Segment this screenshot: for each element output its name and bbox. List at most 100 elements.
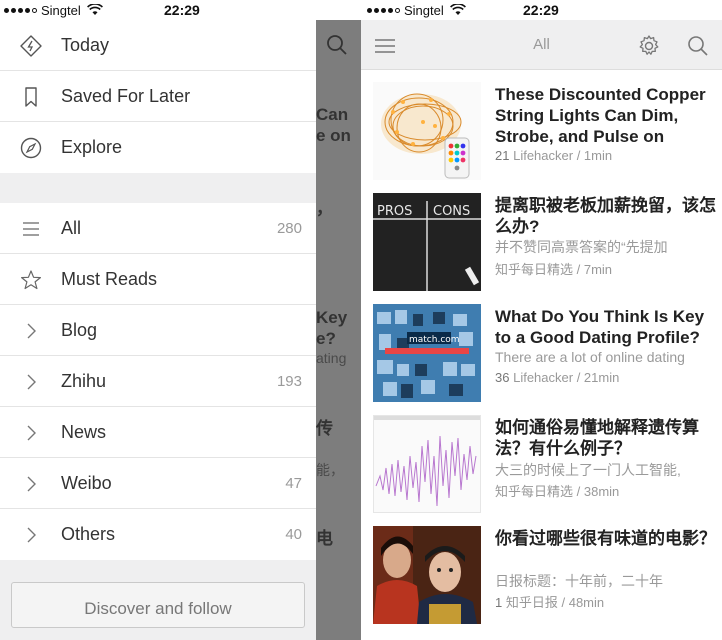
source-name: 知乎日报 (505, 595, 558, 610)
article-item[interactable]: These Discounted Copper String Lights Ca… (361, 70, 722, 181)
drawer-item-label: Blog (61, 319, 98, 340)
drawer-item-label: Today (61, 34, 110, 55)
pros-cons-chalkboard-thumbnail: PROS CONS (373, 193, 481, 291)
article-meta: 知乎每日精选 / 38min (495, 484, 620, 499)
source-name: Lifehacker (513, 370, 574, 385)
article-title: 如何通俗易懂地解释遗传算法？有什么例子？ (495, 418, 699, 458)
behind-text: Can (316, 105, 349, 124)
read-count: 21 (495, 148, 510, 163)
gear-icon[interactable] (637, 34, 661, 58)
star-icon (21, 270, 41, 290)
read-count: 36 (495, 370, 510, 385)
right-screen: Singtel 22:29 All These Discounted Coppe… (361, 0, 722, 640)
drawer-item-must-reads[interactable]: Must Reads (0, 254, 316, 305)
drawer-item-zhihu[interactable]: Zhihu 193 (0, 356, 316, 407)
article-meta: 21 Lifehacker / 1min (495, 148, 613, 163)
unread-count: 193 (276, 372, 302, 390)
dating-site-wall-thumbnail: match.com (373, 304, 481, 402)
feed-title: All (533, 36, 550, 53)
source-name: Lifehacker (513, 148, 574, 163)
article-item[interactable]: 如何通俗易懂地解释遗传算法？有什么例子？ 大三的时候上了一门人工智能, 知乎每日… (361, 403, 722, 514)
article-age: 7min (583, 262, 613, 277)
article-item[interactable]: PROS CONS 提离职被老板加薪挽留，该怎么办? 并不赞同高票答案的“先提加… (361, 181, 722, 292)
article-item[interactable]: 你看过哪些很有味道的电影？ 日报标题：十年前，二十年 1 知乎日报 / 48mi… (361, 514, 722, 625)
drawer-item-weibo[interactable]: Weibo 47 (0, 458, 316, 509)
status-bar: Singtel 22:29 (361, 0, 722, 20)
carrier-name: Singtel (404, 2, 444, 18)
behind-text: e? (316, 329, 336, 348)
svg-text:match.com: match.com (409, 335, 460, 345)
drawer-item-today[interactable]: Today (0, 20, 316, 71)
carrier-name: Singtel (41, 2, 81, 18)
drawer-item-label: Weibo (61, 472, 112, 493)
drawer-item-others[interactable]: Others 40 (0, 509, 316, 560)
drawer-top-section: Today Saved For Later Explore (0, 20, 316, 173)
chevron-right-icon[interactable] (20, 473, 42, 495)
chevron-right-icon[interactable] (20, 422, 42, 444)
chevron-right-icon[interactable] (20, 371, 42, 393)
article-list: These Discounted Copper String Lights Ca… (361, 70, 722, 625)
status-bar: Singtel 22:29 (0, 0, 361, 20)
article-age: 48min (568, 595, 605, 610)
list-icon (23, 222, 39, 236)
unread-count: 47 (285, 474, 302, 492)
behind-text: 电 (316, 529, 333, 548)
article-summary: 大三的时候上了一门人工智能, (495, 462, 681, 478)
chevron-right-icon[interactable] (20, 320, 42, 342)
discover-and-follow-button[interactable]: Discover and follow (11, 582, 305, 628)
section-divider (0, 173, 316, 203)
signal-strength-icon (367, 7, 400, 13)
clock: 22:29 (164, 2, 200, 18)
article-title: What Do You Think Is Key to a Good Datin… (495, 307, 705, 347)
bookmark-icon (25, 87, 37, 107)
unread-count: 40 (285, 526, 302, 543)
drawer-item-label: Must Reads (61, 268, 158, 289)
behind-text: e on (316, 126, 351, 145)
article-summary: There are a lot of online dating (495, 349, 685, 365)
behind-text: ating (316, 350, 347, 366)
drawer-item-saved-for-later[interactable]: Saved For Later (0, 71, 316, 122)
article-meta: 知乎每日精选 / 7min (495, 262, 613, 277)
article-meta: 36 Lifehacker / 21min (495, 370, 620, 385)
drawer-item-label: Zhihu (61, 370, 107, 391)
svg-text:PROS: PROS (377, 204, 412, 219)
article-meta: 1 知乎日报 / 48min (495, 595, 605, 610)
wifi-icon (449, 4, 466, 15)
article-item[interactable]: match.com What Do You Think Is Key to a … (361, 292, 722, 403)
waveform-plot-thumbnail (373, 415, 481, 513)
unread-count: 280 (276, 219, 302, 237)
behind-text: Key (316, 308, 348, 327)
today-diamond-icon (20, 35, 42, 57)
svg-text:CONS: CONS (433, 204, 470, 219)
drawer-item-label: All (61, 217, 82, 238)
string-lights-thumbnail (373, 82, 481, 180)
drawer-item-label: Saved For Later (61, 85, 191, 106)
clock: 22:29 (523, 2, 559, 18)
drawer-item-explore[interactable]: Explore (0, 122, 316, 173)
left-screen: Singtel 22:29 Can e on ， Key e? ating 传 … (0, 0, 361, 640)
article-title: These Discounted Copper String Lights Ca… (495, 85, 706, 146)
article-age: 1min (583, 148, 613, 163)
navigation-drawer: Today Saved For Later Explore All 280 Mu… (0, 20, 316, 640)
drawer-item-label: Others (61, 524, 116, 544)
article-age: 21min (583, 370, 620, 385)
drawer-item-all[interactable]: All 280 (0, 203, 316, 254)
article-title: 你看过哪些很有味道的电影？ (495, 529, 716, 548)
chevron-right-icon[interactable] (20, 524, 42, 546)
behind-text: 能， (316, 462, 344, 478)
drawer-item-blog[interactable]: Blog (0, 305, 316, 356)
top-navigation-bar: All (361, 20, 722, 70)
article-age: 38min (583, 484, 620, 499)
behind-text: 传 (316, 419, 333, 438)
drawer-item-news[interactable]: News (0, 407, 316, 458)
source-name: 知乎每日精选 (495, 262, 574, 277)
drawer-feeds-section: All 280 Must Reads Blog Zhihu 193 News W… (0, 203, 316, 560)
article-title: 提离职被老板加薪挽留，该怎么办? (495, 196, 716, 236)
behind-text: ， (316, 199, 333, 218)
article-summary: 并不赞同高票答案的“先提加 (495, 239, 668, 255)
search-icon[interactable] (686, 34, 710, 58)
article-summary: 日报标题：十年前，二十年 (495, 573, 663, 589)
wifi-icon (86, 4, 103, 15)
drawer-item-label: News (61, 421, 107, 442)
dimmed-feed-behind-drawer[interactable]: Can e on ， Key e? ating 传 能， 电 (316, 20, 361, 640)
